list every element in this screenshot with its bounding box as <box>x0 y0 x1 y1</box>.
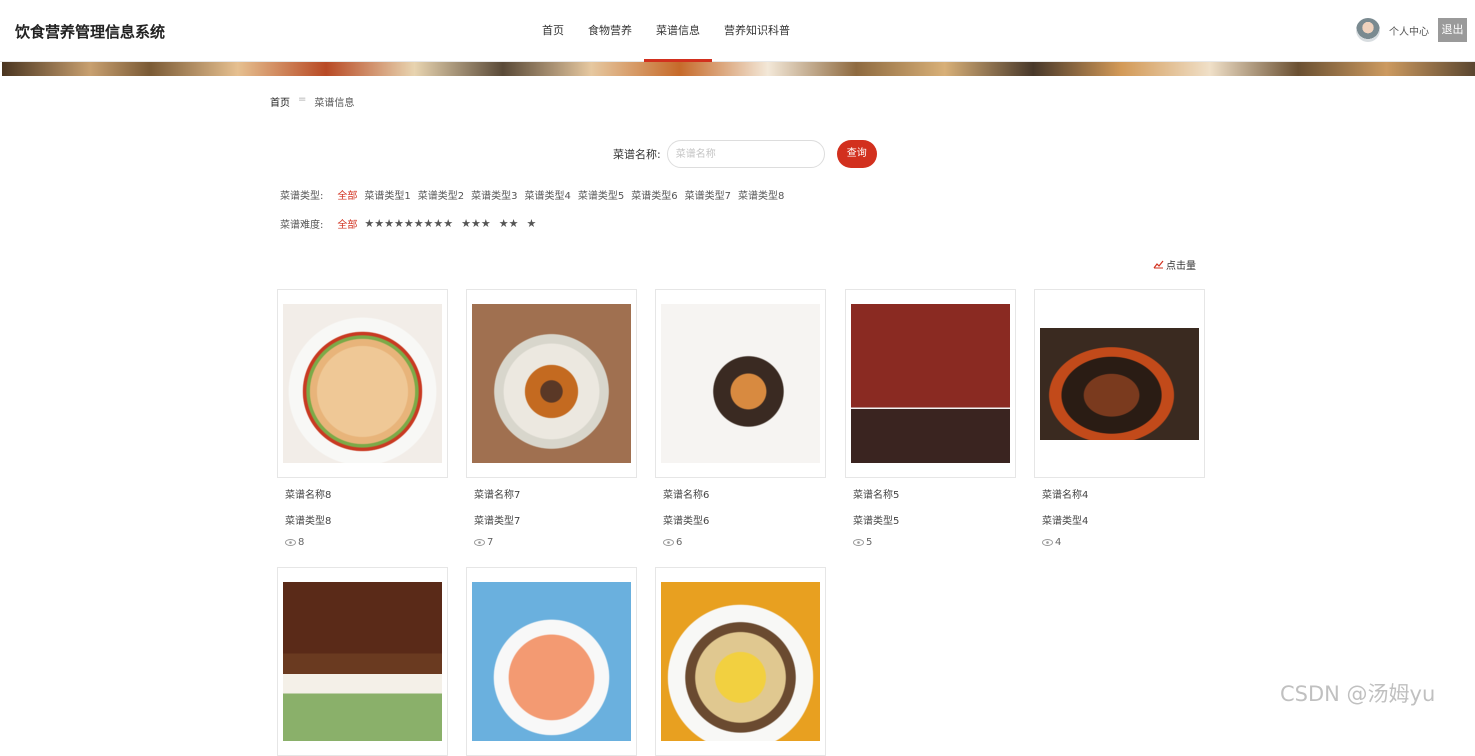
recipe-image <box>661 304 820 463</box>
type-filter-label: 菜谱类型: <box>280 191 324 202</box>
type-option-all[interactable]: 全部 <box>337 187 357 202</box>
recipe-image <box>472 304 631 463</box>
type-option-3[interactable]: 菜谱类型3 <box>471 187 517 202</box>
type-option-6[interactable]: 菜谱类型6 <box>631 187 677 202</box>
eye-icon <box>474 539 485 546</box>
recipe-card[interactable] <box>277 567 448 756</box>
difficulty-option-3[interactable]: ★★★ <box>461 217 491 230</box>
top-bar: 饮食营养管理信息系统 首页 食物营养 菜谱信息 营养知识科普 个人中心 退出 <box>0 0 1475 62</box>
eye-icon <box>853 539 864 546</box>
recipe-views: 8 <box>285 537 448 548</box>
type-option-4[interactable]: 菜谱类型4 <box>525 187 571 202</box>
recipe-image <box>472 582 631 741</box>
trend-icon <box>1153 260 1164 269</box>
type-option-7[interactable]: 菜谱类型7 <box>685 187 731 202</box>
type-option-5[interactable]: 菜谱类型5 <box>578 187 624 202</box>
recipe-image <box>1040 327 1199 440</box>
breadcrumb-separator: = <box>298 94 307 105</box>
recipe-image-frame[interactable] <box>277 289 448 478</box>
recipe-type: 菜谱类型8 <box>285 516 332 527</box>
eye-icon <box>663 539 674 546</box>
recipe-image-frame[interactable] <box>1034 289 1205 478</box>
recipe-name: 菜谱名称4 <box>1042 490 1089 501</box>
recipe-name-input[interactable] <box>666 140 825 168</box>
recipe-views: 6 <box>663 537 826 548</box>
avatar[interactable] <box>1356 18 1380 42</box>
recipe-image-frame[interactable] <box>466 567 637 756</box>
search-bar: 菜谱名称: 查询 <box>613 140 877 168</box>
recipe-view-count: 7 <box>487 537 494 548</box>
recipe-views: 5 <box>853 537 1016 548</box>
recipe-image-frame[interactable] <box>466 289 637 478</box>
watermark: CSDN @汤姆yu <box>1280 682 1436 706</box>
recipe-view-count: 5 <box>866 537 873 548</box>
recipe-type: 菜谱类型5 <box>853 516 900 527</box>
difficulty-option-2[interactable]: ★★ <box>499 217 519 230</box>
sort-by-views[interactable]: 点击量 <box>1153 257 1196 272</box>
recipe-image <box>283 582 442 741</box>
difficulty-option-4[interactable]: ★★★★ <box>414 217 453 230</box>
recipe-card[interactable] <box>655 567 826 756</box>
user-area: 个人中心 退出 <box>1356 18 1467 42</box>
nav-home[interactable]: 首页 <box>530 0 576 62</box>
eye-icon <box>1042 539 1053 546</box>
recipe-type: 菜谱类型6 <box>663 516 710 527</box>
type-option-1[interactable]: 菜谱类型1 <box>364 187 410 202</box>
banner-image <box>2 62 1475 76</box>
recipe-name: 菜谱名称6 <box>663 490 710 501</box>
type-filter: 菜谱类型: 全部 菜谱类型1 菜谱类型2 菜谱类型3 菜谱类型4 菜谱类型5 菜… <box>280 187 791 202</box>
logout-button[interactable]: 退出 <box>1438 18 1467 42</box>
recipe-view-count: 8 <box>298 537 305 548</box>
user-center-link[interactable]: 个人中心 <box>1389 23 1429 38</box>
difficulty-option-5[interactable]: ★★★★★ <box>364 217 413 230</box>
recipe-image-frame[interactable] <box>655 567 826 756</box>
recipe-name: 菜谱名称8 <box>285 490 332 501</box>
difficulty-filter: 菜谱难度: 全部 ★★★★★ ★★★★ ★★★ ★★ ★ <box>280 216 544 231</box>
recipe-card[interactable]: 菜谱名称8 菜谱类型8 8 <box>277 289 448 548</box>
recipe-views: 7 <box>474 537 637 548</box>
type-option-8[interactable]: 菜谱类型8 <box>738 187 784 202</box>
main-nav: 首页 食物营养 菜谱信息 营养知识科普 <box>530 0 802 62</box>
recipe-image-frame[interactable] <box>845 289 1016 478</box>
nav-nutrition-knowledge[interactable]: 营养知识科普 <box>712 0 802 62</box>
search-label: 菜谱名称: <box>613 148 661 161</box>
recipe-view-count: 4 <box>1055 537 1062 548</box>
type-option-2[interactable]: 菜谱类型2 <box>418 187 464 202</box>
app-title: 饮食营养管理信息系统 <box>15 23 166 41</box>
recipe-image <box>661 582 820 741</box>
recipe-image-frame[interactable] <box>655 289 826 478</box>
recipe-name: 菜谱名称7 <box>474 490 521 501</box>
difficulty-filter-label: 菜谱难度: <box>280 220 324 231</box>
difficulty-option-all[interactable]: 全部 <box>337 216 357 231</box>
nav-recipes[interactable]: 菜谱信息 <box>644 0 712 62</box>
recipe-card[interactable]: 菜谱名称7 菜谱类型7 7 <box>466 289 637 548</box>
recipe-type: 菜谱类型4 <box>1042 516 1089 527</box>
recipe-card[interactable]: 菜谱名称5 菜谱类型5 5 <box>845 289 1016 548</box>
breadcrumb: 首页 = 菜谱信息 <box>270 94 354 109</box>
search-button[interactable]: 查询 <box>836 140 877 168</box>
recipe-image <box>283 304 442 463</box>
breadcrumb-home[interactable]: 首页 <box>270 94 290 109</box>
recipe-view-count: 6 <box>676 537 683 548</box>
recipe-card[interactable]: 菜谱名称4 菜谱类型4 4 <box>1034 289 1205 548</box>
nav-food-nutrition[interactable]: 食物营养 <box>576 0 644 62</box>
breadcrumb-current: 菜谱信息 <box>314 98 355 109</box>
recipe-type: 菜谱类型7 <box>474 516 521 527</box>
recipe-image <box>851 304 1010 463</box>
eye-icon <box>285 539 296 546</box>
recipe-card[interactable]: 菜谱名称6 菜谱类型6 6 <box>655 289 826 548</box>
sort-label: 点击量 <box>1166 261 1196 272</box>
recipe-name: 菜谱名称5 <box>853 490 900 501</box>
recipe-views: 4 <box>1042 537 1205 548</box>
difficulty-option-1[interactable]: ★ <box>526 217 536 230</box>
recipe-card[interactable] <box>466 567 637 756</box>
recipe-image-frame[interactable] <box>277 567 448 756</box>
